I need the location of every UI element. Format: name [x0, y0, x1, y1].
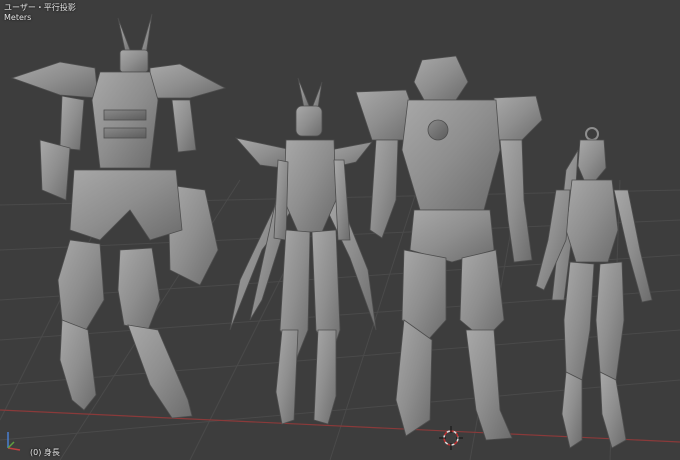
units-label: Meters	[4, 13, 32, 22]
active-object-label: (0) 身長	[30, 448, 60, 457]
winged-mecha-model[interactable]	[229, 77, 377, 425]
mecha-armored-model[interactable]	[10, 13, 227, 419]
3d-viewport[interactable]: ユーザー・平行投影 Meters (0) 身長	[0, 0, 680, 460]
viewport-canvas[interactable]	[0, 0, 680, 460]
3d-cursor-icon[interactable]	[439, 426, 463, 450]
bulky-robot-model[interactable]	[355, 55, 543, 441]
axis-gizmo-icon	[7, 432, 21, 451]
view-projection-label: ユーザー・平行投影	[4, 3, 76, 12]
female-android-model[interactable]	[535, 127, 653, 449]
